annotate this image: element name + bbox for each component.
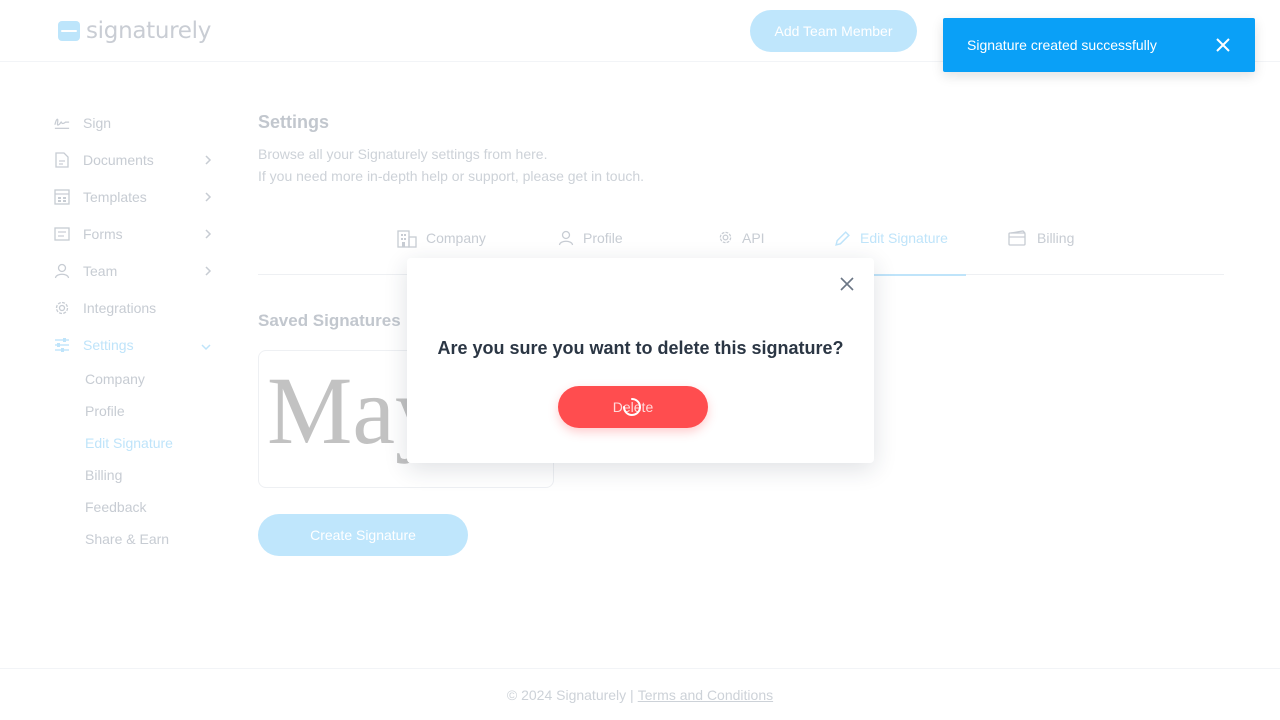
user-icon <box>558 230 574 246</box>
sidebar-item-label: Templates <box>83 188 147 205</box>
sidebar-item-label: Documents <box>83 151 154 168</box>
logo-text: signaturely <box>86 18 212 44</box>
sidebar-item-label: Integrations <box>83 299 157 316</box>
tab-label: Edit Signature <box>860 230 948 246</box>
building-icon <box>397 230 417 248</box>
sidebar: Sign Documents Templates Forms Team Inte… <box>54 104 224 555</box>
loading-spinner-icon <box>623 398 641 416</box>
sidebar-subitem-share-earn[interactable]: Share & Earn <box>54 523 224 555</box>
copyright-text: © 2024 Signaturely | <box>506 686 634 703</box>
pencil-icon <box>834 230 851 247</box>
gear-icon <box>718 230 733 245</box>
settings-header: Settings Browse all your Signaturely set… <box>258 112 1224 187</box>
chevron-down-icon <box>200 338 212 354</box>
sidebar-subitem-profile[interactable]: Profile <box>54 395 224 427</box>
page-title: Settings <box>258 112 330 132</box>
form-icon <box>54 226 70 242</box>
sidebar-subitem-billing[interactable]: Billing <box>54 459 224 491</box>
logo-mark-icon <box>58 21 80 41</box>
sidebar-item-templates[interactable]: Templates <box>54 178 224 215</box>
template-icon <box>54 188 70 205</box>
sidebar-item-forms[interactable]: Forms <box>54 215 224 252</box>
sidebar-item-label: Settings <box>83 336 134 353</box>
sidebar-subitem-feedback[interactable]: Feedback <box>54 491 224 523</box>
create-signature-button[interactable]: Create Signature <box>258 514 468 556</box>
user-icon <box>54 263 70 279</box>
sidebar-item-settings[interactable]: Settings <box>54 326 224 363</box>
description-line: Browse all your Signaturely settings fro… <box>258 146 548 162</box>
signature-icon <box>54 115 70 131</box>
document-icon <box>54 151 70 168</box>
toast-message: Signature created successfully <box>967 37 1157 53</box>
footer: © 2024 Signaturely | Terms and Condition… <box>0 668 1280 720</box>
delete-confirm-modal: Are you sure you want to delete this sig… <box>407 258 874 463</box>
tab-label: Profile <box>583 230 623 246</box>
chevron-right-icon <box>204 153 212 169</box>
modal-title: Are you sure you want to delete this sig… <box>437 338 844 358</box>
tab-label: Company <box>426 230 486 246</box>
sidebar-item-label: Forms <box>83 225 123 242</box>
tab-label: Billing <box>1037 230 1075 246</box>
delete-button[interactable]: Delete <box>558 386 708 428</box>
gear-icon <box>54 300 70 316</box>
page-description: Browse all your Signaturely settings fro… <box>258 143 1224 187</box>
sidebar-item-team[interactable]: Team <box>54 252 224 289</box>
description-line: If you need more in-depth help or suppor… <box>258 168 645 184</box>
logo[interactable]: signaturely <box>58 18 211 44</box>
sidebar-item-documents[interactable]: Documents <box>54 141 224 178</box>
success-toast: Signature created successfully <box>943 18 1255 72</box>
sidebar-item-integrations[interactable]: Integrations <box>54 289 224 326</box>
sidebar-item-label: Sign <box>83 114 112 131</box>
chevron-right-icon <box>204 227 212 243</box>
wallet-icon <box>1008 230 1028 246</box>
sliders-icon <box>54 337 70 353</box>
add-team-member-button[interactable]: Add Team Member <box>750 10 917 52</box>
sidebar-subitem-edit-signature[interactable]: Edit Signature <box>54 427 224 459</box>
tab-label: API <box>742 230 765 246</box>
sidebar-item-sign[interactable]: Sign <box>54 104 224 141</box>
chevron-right-icon <box>204 190 212 206</box>
saved-signatures-title: Saved Signatures <box>258 311 401 330</box>
close-icon[interactable] <box>838 275 856 293</box>
chevron-right-icon <box>204 264 212 280</box>
tab-billing[interactable]: Billing <box>1008 220 1074 275</box>
terms-link[interactable]: Terms and Conditions <box>638 687 773 703</box>
sidebar-item-label: Team <box>83 262 118 279</box>
sidebar-subitem-company[interactable]: Company <box>54 363 224 395</box>
close-icon[interactable] <box>1215 37 1231 53</box>
